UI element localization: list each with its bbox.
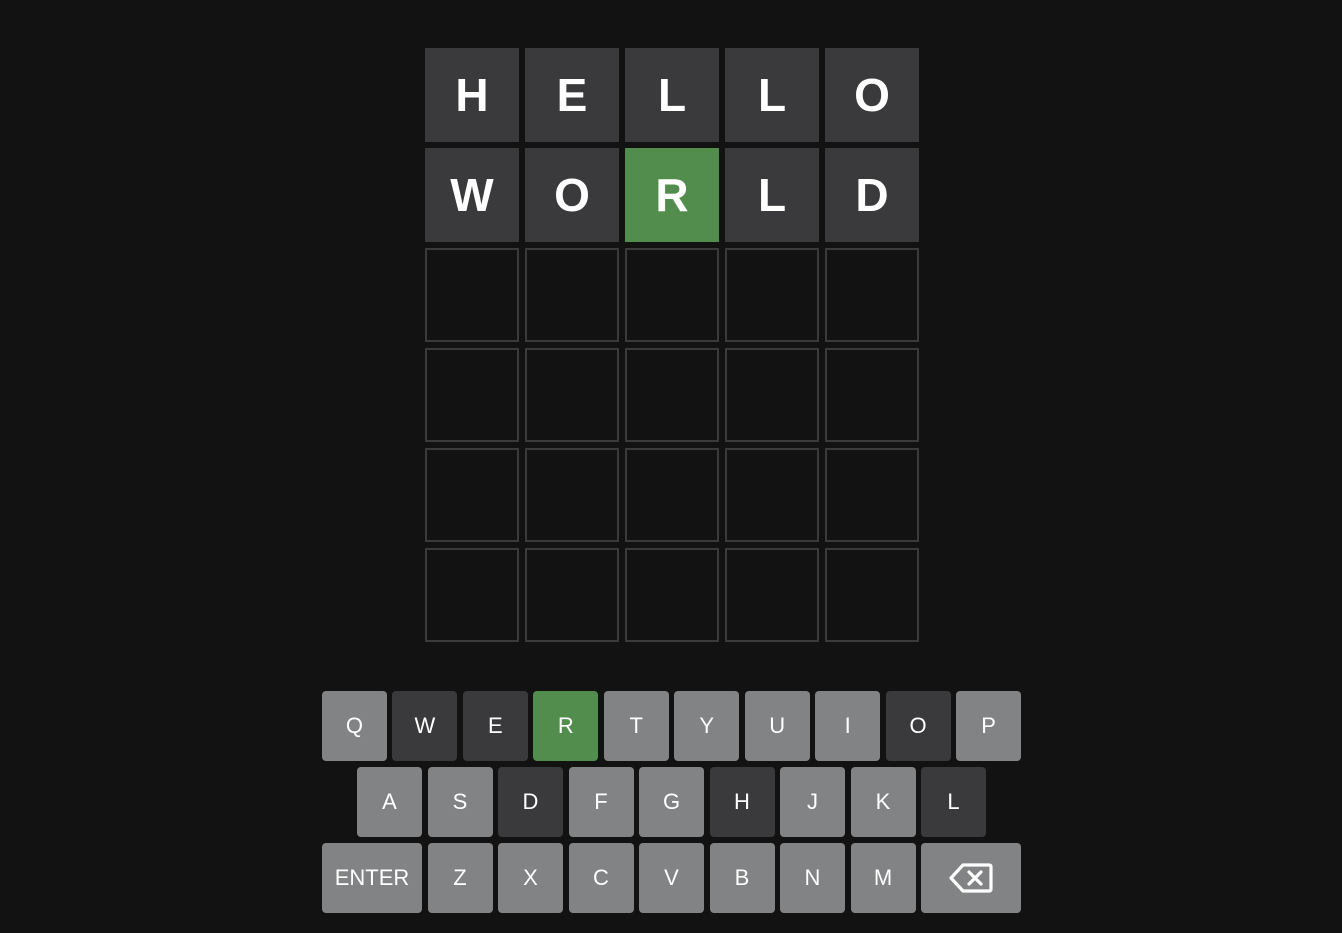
key-a[interactable]: A bbox=[357, 767, 422, 837]
board-tile bbox=[525, 548, 619, 642]
key-y[interactable]: Y bbox=[674, 691, 740, 761]
key-c[interactable]: C bbox=[568, 843, 634, 913]
board-tile bbox=[825, 548, 919, 642]
key-w[interactable]: W bbox=[392, 691, 458, 761]
key-r[interactable]: R bbox=[533, 691, 599, 761]
board-tile bbox=[825, 248, 919, 342]
key-g[interactable]: G bbox=[639, 767, 704, 837]
board-tile: L bbox=[725, 148, 819, 242]
key-z[interactable]: Z bbox=[427, 843, 493, 913]
board-tile bbox=[525, 248, 619, 342]
board-tile bbox=[425, 548, 519, 642]
board-tile bbox=[525, 348, 619, 442]
keyboard-row: ASDFGHJKL bbox=[322, 767, 1021, 837]
board-tile bbox=[825, 448, 919, 542]
on-screen-keyboard: Q W E R T Y U I O P A S D F G H J K L ENTER Z X C V B N M bbox=[321, 691, 1022, 919]
key-x[interactable]: X bbox=[498, 843, 563, 913]
key-b[interactable]: B bbox=[709, 843, 775, 913]
key-i[interactable]: I bbox=[815, 691, 881, 761]
key-v[interactable]: V bbox=[639, 843, 704, 913]
key-enter[interactable]: ENTER bbox=[322, 843, 422, 913]
board-tile bbox=[625, 248, 719, 342]
keyboard-row: ENTER Z X C V B N M bbox=[322, 843, 1021, 913]
game-board: HELLOWORLD bbox=[425, 48, 919, 642]
board-tile bbox=[725, 448, 819, 542]
board-tile bbox=[425, 248, 519, 342]
board-tile: W bbox=[425, 148, 519, 242]
board-tile: E bbox=[525, 48, 619, 142]
key-s[interactable]: S bbox=[427, 767, 493, 837]
board-tile bbox=[525, 448, 619, 542]
key-k[interactable]: K bbox=[850, 767, 916, 837]
board-tile bbox=[625, 548, 719, 642]
key-u[interactable]: U bbox=[744, 691, 810, 761]
key-f[interactable]: F bbox=[568, 767, 634, 837]
board-tile: D bbox=[825, 148, 919, 242]
key-d[interactable]: D bbox=[498, 767, 563, 837]
key-j[interactable]: J bbox=[780, 767, 845, 837]
board-tile bbox=[425, 448, 519, 542]
board-tile bbox=[625, 448, 719, 542]
key-h[interactable]: H bbox=[709, 767, 775, 837]
board-tile: L bbox=[625, 48, 719, 142]
board-tile bbox=[725, 548, 819, 642]
board-tile: H bbox=[425, 48, 519, 142]
board-tile bbox=[725, 348, 819, 442]
board-tile bbox=[625, 348, 719, 442]
key-l[interactable]: L bbox=[921, 767, 986, 837]
board-tile: L bbox=[725, 48, 819, 142]
board-tile bbox=[725, 248, 819, 342]
board-tile bbox=[825, 348, 919, 442]
board-tile: O bbox=[525, 148, 619, 242]
key-t[interactable]: T bbox=[603, 691, 669, 761]
backspace-icon bbox=[949, 862, 993, 894]
board-tile: O bbox=[825, 48, 919, 142]
keyboard-row: QWERTYUIOP bbox=[321, 691, 1022, 761]
key-e[interactable]: E bbox=[462, 691, 528, 761]
key-m[interactable]: M bbox=[850, 843, 916, 913]
board-tile: R bbox=[625, 148, 719, 242]
key-n[interactable]: N bbox=[780, 843, 845, 913]
board-tile bbox=[425, 348, 519, 442]
key-o[interactable]: O bbox=[885, 691, 951, 761]
key-p[interactable]: P bbox=[956, 691, 1022, 761]
key-backspace[interactable] bbox=[921, 843, 1021, 913]
key-q[interactable]: Q bbox=[321, 691, 387, 761]
